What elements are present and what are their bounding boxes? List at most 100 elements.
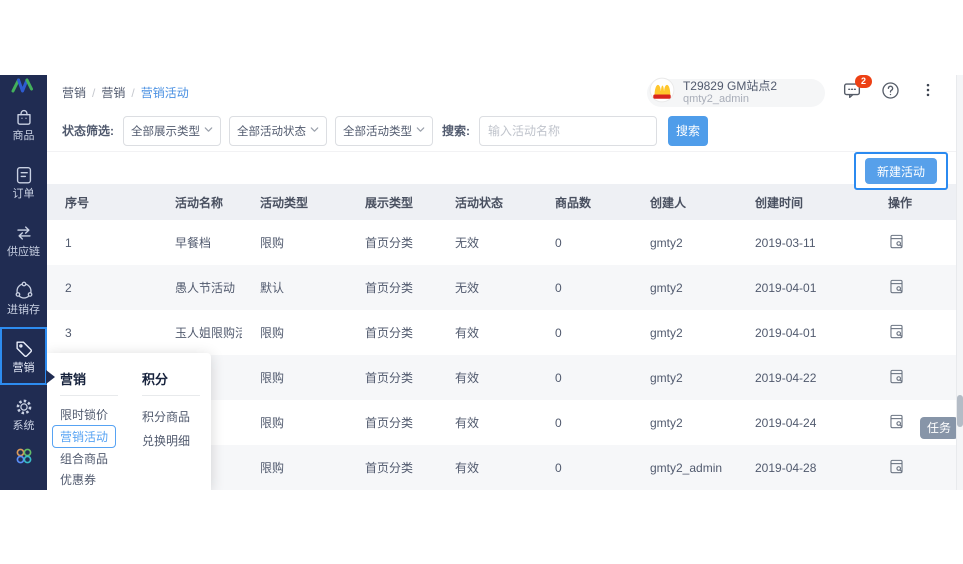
breadcrumb: 营销 / 营销 / 营销活动 xyxy=(62,84,189,101)
more-button[interactable] xyxy=(917,82,939,104)
view-detail-icon[interactable] xyxy=(888,323,905,340)
chevron-down-icon xyxy=(309,124,320,138)
table-cell: 3 xyxy=(65,325,72,340)
table-cell: 有效 xyxy=(455,416,480,430)
table-cell: 有效 xyxy=(455,461,480,475)
flyout-arrow-icon xyxy=(46,370,62,384)
menu-item[interactable]: 限时锁价 xyxy=(60,406,108,423)
table-cell: 无效 xyxy=(455,281,480,295)
task-tab[interactable]: 任务 xyxy=(919,417,958,439)
operation-cell xyxy=(870,368,963,388)
table-cell: gmty2_admin xyxy=(650,460,723,475)
new-activity-button[interactable]: 新建活动 xyxy=(864,158,937,184)
view-detail-icon[interactable] xyxy=(888,233,905,250)
menu-item[interactable]: 营销活动 xyxy=(52,425,117,448)
highlight-box-new-activity: 新建活动 xyxy=(853,152,948,190)
sidebar-item-inventory[interactable]: 进销存 xyxy=(0,269,47,327)
table-cell: 2019-03-11 xyxy=(755,235,816,250)
column-header: 操作 xyxy=(888,195,913,210)
table-cell: gmty2 xyxy=(650,235,683,250)
scrollbar-track[interactable] xyxy=(956,75,963,490)
filter-dropdown-0[interactable]: 全部展示类型 xyxy=(123,115,221,146)
supply-chain-icon xyxy=(13,222,35,244)
chevron-down-icon xyxy=(203,124,214,138)
table-cell: 无效 xyxy=(455,236,480,250)
table-cell: 限购 xyxy=(260,461,285,475)
column-header: 创建时间 xyxy=(755,195,804,210)
column-header: 序号 xyxy=(65,195,90,210)
menu-item[interactable]: 积分商品 xyxy=(142,408,190,425)
username: qmty2_admin xyxy=(682,92,749,105)
sidebar-item-apps[interactable] xyxy=(0,443,47,490)
dropdown-selected-value: 全部展示类型 xyxy=(131,125,200,138)
tag-icon xyxy=(13,338,35,360)
table-cell: 玉人姐限购活动 xyxy=(175,326,242,340)
search-label: 搜索: xyxy=(442,124,470,139)
table-cell: 限购 xyxy=(260,371,285,385)
scrollbar-thumb[interactable] xyxy=(957,395,963,427)
column-header: 创建人 xyxy=(650,195,687,210)
operation-cell xyxy=(870,233,963,253)
top-bar-right: T29829 GM站点2 qmty2_admin 2 xyxy=(646,75,939,107)
search-button[interactable]: 搜索 xyxy=(668,115,708,146)
table-cell: gmty2 xyxy=(650,280,683,295)
gear-icon xyxy=(13,396,35,418)
breadcrumb-item[interactable]: 营销 xyxy=(101,84,125,101)
column-header: 商品数 xyxy=(555,195,592,210)
table-cell: 限购 xyxy=(260,326,285,340)
help-button[interactable] xyxy=(879,82,901,104)
search-input[interactable] xyxy=(479,115,657,146)
filter-dropdown-2[interactable]: 全部活动类型 xyxy=(335,115,433,146)
user-chip[interactable]: T29829 GM站点2 qmty2_admin xyxy=(646,77,825,107)
table-cell: 首页分类 xyxy=(365,416,414,430)
menu-item-row: 兑换明细 xyxy=(142,428,200,452)
view-detail-icon[interactable] xyxy=(888,368,905,385)
table-cell: 首页分类 xyxy=(365,461,414,475)
kebab-menu-icon xyxy=(919,81,937,104)
menu-section-0: 营销 限时锁价 营销活动 组合商品 优惠券 xyxy=(52,369,118,490)
sidebar-item-marketing[interactable]: 营销 xyxy=(0,327,47,385)
view-detail-icon[interactable] xyxy=(888,413,905,430)
filter-dropdown-1[interactable]: 全部活动状态 xyxy=(229,115,327,146)
table-row[interactable]: 2 愚人节活动 默认 首页分类 无效 0 gmty2 2019-04-01 xyxy=(47,265,963,310)
view-detail-icon[interactable] xyxy=(888,458,905,475)
dropdown-selected-value: 全部活动类型 xyxy=(343,125,412,138)
table-cell: 0 xyxy=(555,325,562,340)
menu-item-row: 营销活动 xyxy=(52,425,118,448)
notification-badge: 2 xyxy=(855,75,872,88)
chevron-down-icon xyxy=(415,124,426,138)
table-cell: 1 xyxy=(65,235,72,250)
table-cell: 愚人节活动 xyxy=(175,281,236,295)
breadcrumb-item[interactable]: 营销 xyxy=(62,84,86,101)
order-icon xyxy=(13,164,35,186)
sidebar-item-orders[interactable]: 订单 xyxy=(0,153,47,211)
table-cell: 0 xyxy=(555,235,562,250)
table-cell: gmty2 xyxy=(650,325,683,340)
table-row[interactable]: 1 早餐档 限购 首页分类 无效 0 gmty2 2019-03-11 xyxy=(47,220,963,265)
notification-button[interactable]: 2 xyxy=(841,75,872,104)
sidebar-item-label: 商品 xyxy=(12,130,35,142)
view-detail-icon[interactable] xyxy=(888,278,905,295)
user-info: T29829 GM站点2 qmty2_admin xyxy=(682,79,777,106)
filter-bar: 状态筛选: 全部展示类型 全部活动状态 全部活动类型 搜索: 搜索 xyxy=(47,110,963,153)
sidebar-item-goods[interactable]: 商品 xyxy=(0,95,47,153)
table-cell: 默认 xyxy=(260,281,285,295)
screenshot-canvas: 商品 订单 供应链 进销存 营销 系统 营销 / 营销 / 营销活动 T29829 GM站点2 q… xyxy=(0,0,963,564)
sidebar-item-supply-chain[interactable]: 供应链 xyxy=(0,211,47,269)
table-cell: 2019-04-01 xyxy=(755,280,817,295)
sidebar-nav: 商品订单 供应链进销存营销系统 xyxy=(0,95,47,490)
menu-item[interactable]: 组合商品 xyxy=(60,450,108,467)
dropdown-selected-value: 全部活动状态 xyxy=(237,125,306,138)
breadcrumb-item[interactable]: 营销活动 xyxy=(141,84,189,101)
table-cell: 2019-04-01 xyxy=(755,325,817,340)
app-logo-icon[interactable] xyxy=(0,75,47,95)
table-row[interactable]: 3 玉人姐限购活动 限购 首页分类 有效 0 gmty2 2019-04-01 xyxy=(47,310,963,355)
inventory-icon xyxy=(13,280,35,302)
menu-item[interactable]: 优惠券 xyxy=(60,471,96,488)
menu-section-1: 积分 积分商品 兑换明细 xyxy=(142,369,200,490)
sidebar-item-label: 营销 xyxy=(12,362,35,374)
menu-item[interactable]: 兑换明细 xyxy=(142,432,190,449)
sidebar-item-label: 进销存 xyxy=(7,304,40,316)
table-cell: 早餐档 xyxy=(175,236,212,250)
sidebar-item-system[interactable]: 系统 xyxy=(0,385,47,443)
